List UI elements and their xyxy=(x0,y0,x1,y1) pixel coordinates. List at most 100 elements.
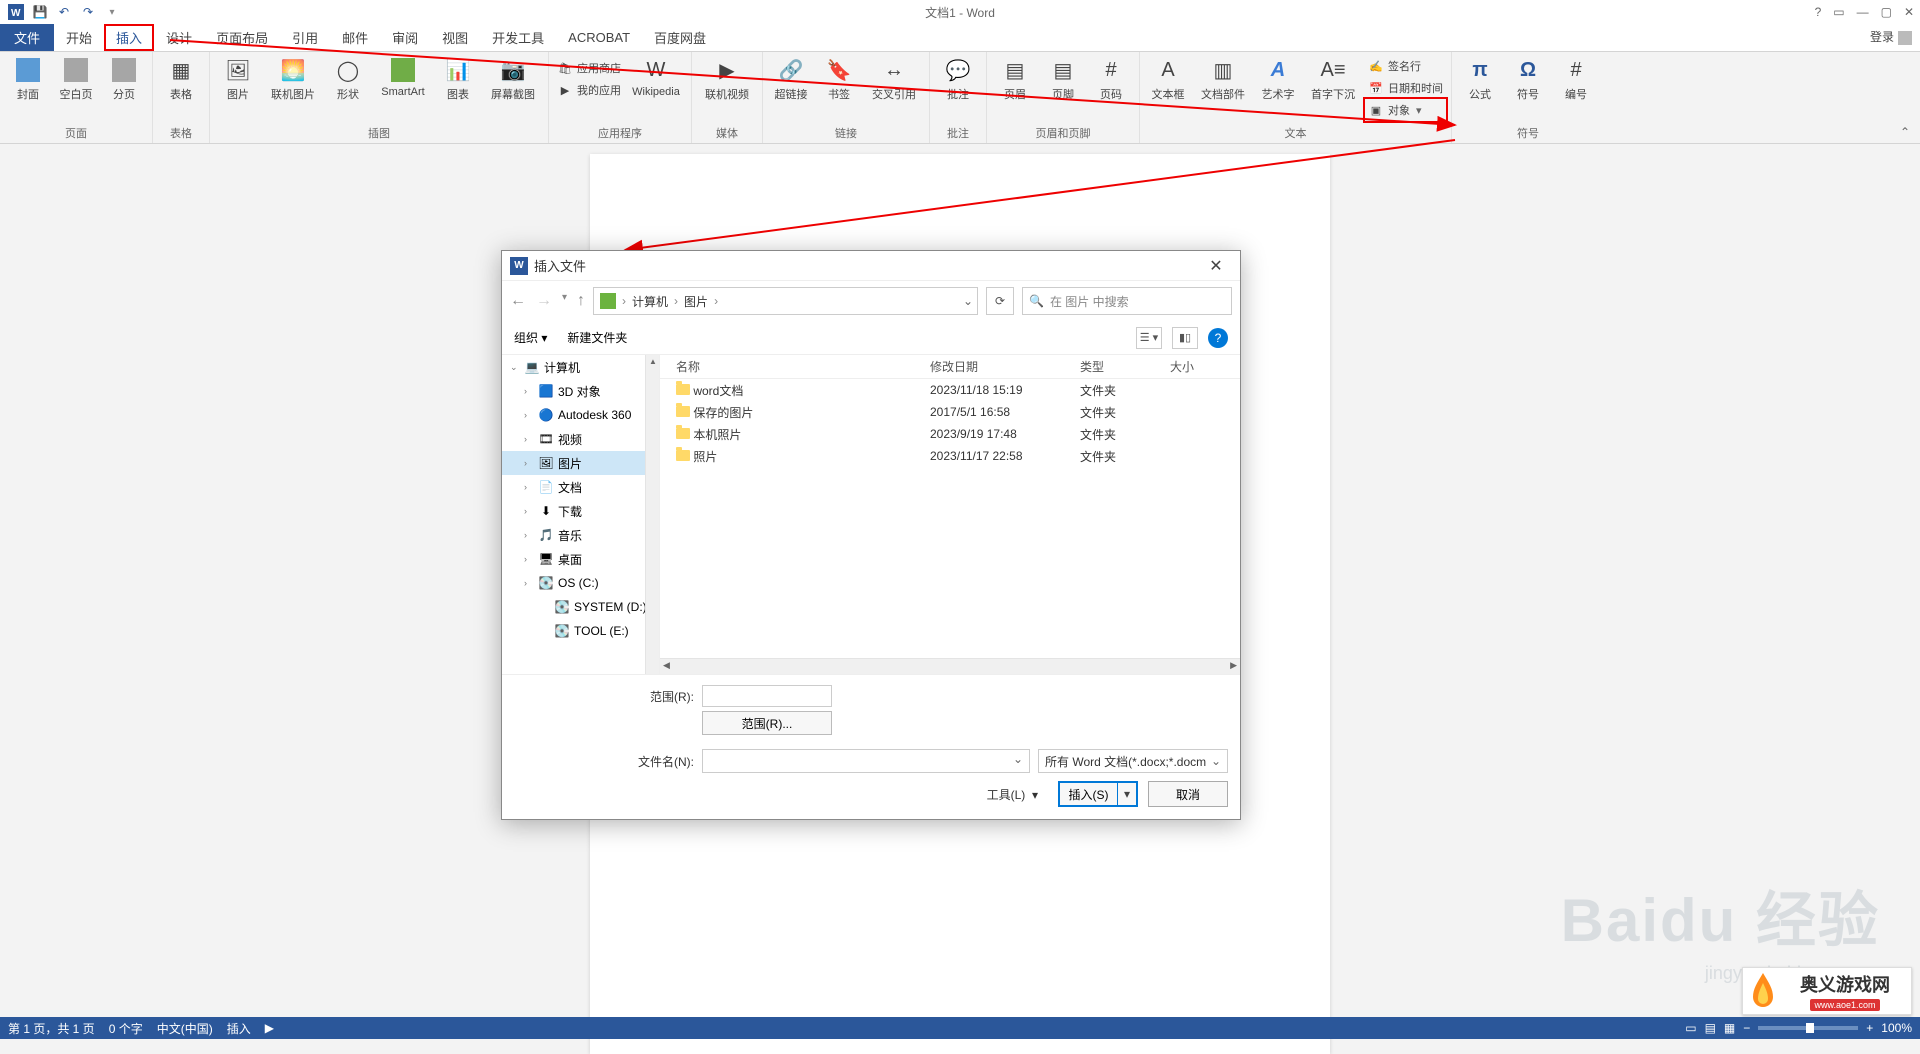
maximize-icon[interactable]: ▢ xyxy=(1881,5,1892,19)
preview-pane-button[interactable]: ▮▯ xyxy=(1172,327,1198,349)
breadcrumb-item[interactable]: 图片 xyxy=(684,293,708,310)
blank-page-button[interactable]: 空白页 xyxy=(54,54,98,104)
cancel-button[interactable]: 取消 xyxy=(1148,781,1228,807)
tree-item[interactable]: ›🟦3D 对象 xyxy=(502,379,659,403)
object-button[interactable]: ▣对象▾ xyxy=(1366,100,1445,120)
wordart-button[interactable]: A艺术字 xyxy=(1256,54,1300,104)
tree-item[interactable]: ›🎞视频 xyxy=(502,427,659,451)
date-time-button[interactable]: 📅日期和时间 xyxy=(1366,78,1445,98)
breadcrumb[interactable]: › 计算机 › 图片 › ⌄ xyxy=(593,287,978,315)
view-read-icon[interactable]: ▭ xyxy=(1685,1021,1696,1035)
status-page[interactable]: 第 1 页，共 1 页 xyxy=(8,1020,95,1037)
shapes-button[interactable]: ◯形状 xyxy=(326,54,370,104)
status-words[interactable]: 0 个字 xyxy=(109,1020,143,1037)
back-button[interactable]: ← xyxy=(510,292,526,310)
header-button[interactable]: ▤页眉 xyxy=(993,54,1037,104)
tab-developer[interactable]: 开发工具 xyxy=(480,24,556,51)
tools-dropdown[interactable]: 工具(L) ▾ xyxy=(987,786,1038,803)
recent-dropdown[interactable]: ▾ xyxy=(562,292,567,310)
dialog-close-icon[interactable]: ✕ xyxy=(1200,256,1232,276)
tab-insert[interactable]: 插入 xyxy=(104,24,154,51)
app-store-button[interactable]: 🛍应用商店 xyxy=(555,58,623,78)
cover-page-button[interactable]: 封面 xyxy=(6,54,50,104)
chart-button[interactable]: 📊图表 xyxy=(436,54,480,104)
status-language[interactable]: 中文(中国) xyxy=(157,1020,213,1037)
page-break-button[interactable]: 分页 xyxy=(102,54,146,104)
tree-item[interactable]: ›🔵Autodesk 360 xyxy=(502,403,659,427)
insert-split-icon[interactable]: ▾ xyxy=(1118,783,1136,805)
filename-input[interactable] xyxy=(702,749,1030,773)
bookmark-button[interactable]: 🔖书签 xyxy=(817,54,861,104)
forward-button[interactable]: → xyxy=(536,292,552,310)
login-link[interactable]: 登录 xyxy=(1870,28,1912,45)
textbox-button[interactable]: A文本框 xyxy=(1146,54,1190,104)
cross-ref-button[interactable]: ↔交叉引用 xyxy=(865,54,923,104)
tab-home[interactable]: 开始 xyxy=(54,24,104,51)
tab-references[interactable]: 引用 xyxy=(280,24,330,51)
pictures-button[interactable]: 🖼图片 xyxy=(216,54,260,104)
zoom-slider[interactable] xyxy=(1758,1026,1858,1030)
tree-item[interactable]: ›⬇下载 xyxy=(502,499,659,523)
status-macro-icon[interactable]: ▶ xyxy=(265,1021,274,1035)
tree-item[interactable]: ›📄文档 xyxy=(502,475,659,499)
file-list-header[interactable]: 名称 修改日期 类型 大小 xyxy=(660,355,1240,379)
view-options-button[interactable]: ☰ ▾ xyxy=(1136,327,1162,349)
collapse-ribbon-icon[interactable]: ⌃ xyxy=(1900,125,1910,139)
tab-review[interactable]: 审阅 xyxy=(380,24,430,51)
zoom-level[interactable]: 100% xyxy=(1881,1021,1912,1035)
tree-item[interactable]: ›🖼图片 xyxy=(502,451,659,475)
tree-item[interactable]: ›🎵音乐 xyxy=(502,523,659,547)
tree-item[interactable]: 💽SYSTEM (D:) xyxy=(502,595,659,619)
table-button[interactable]: ▦表格 xyxy=(159,54,203,104)
tree-item[interactable]: 💽TOOL (E:) xyxy=(502,619,659,643)
undo-icon[interactable]: ↶ xyxy=(56,4,72,20)
tab-layout[interactable]: 页面布局 xyxy=(204,24,280,51)
view-web-icon[interactable]: ▦ xyxy=(1724,1021,1735,1035)
symbol-button[interactable]: Ω符号 xyxy=(1506,54,1550,104)
zoom-in-icon[interactable]: + xyxy=(1866,1021,1873,1035)
range-button[interactable]: 范围(R)... xyxy=(702,711,832,735)
dropcap-button[interactable]: A≡首字下沉 xyxy=(1304,54,1362,104)
insert-button[interactable]: 插入(S) ▾ xyxy=(1058,781,1138,807)
file-row[interactable]: word文档2023/11/18 15:19文件夹 xyxy=(660,379,1240,401)
help-button[interactable]: ? xyxy=(1208,328,1228,348)
tab-file[interactable]: 文件 xyxy=(0,24,54,51)
breadcrumb-dropdown-icon[interactable]: ⌄ xyxy=(963,294,973,308)
online-video-button[interactable]: ▶联机视频 xyxy=(698,54,756,104)
refresh-button[interactable]: ⟳ xyxy=(986,287,1014,315)
file-filter-select[interactable]: 所有 Word 文档(*.docx;*.docm xyxy=(1038,749,1228,773)
tree-item[interactable]: ›💽OS (C:) xyxy=(502,571,659,595)
wikipedia-button[interactable]: WWikipedia xyxy=(627,54,685,100)
view-print-icon[interactable]: ▤ xyxy=(1705,1021,1716,1035)
zoom-out-icon[interactable]: − xyxy=(1743,1021,1750,1035)
status-mode[interactable]: 插入 xyxy=(227,1020,251,1037)
equation-button[interactable]: π公式 xyxy=(1458,54,1502,104)
my-apps-button[interactable]: ▶我的应用 xyxy=(555,80,623,100)
redo-icon[interactable]: ↷ xyxy=(80,4,96,20)
close-icon[interactable]: ✕ xyxy=(1904,5,1914,19)
tab-view[interactable]: 视图 xyxy=(430,24,480,51)
tab-acrobat[interactable]: ACROBAT xyxy=(556,24,642,51)
online-pictures-button[interactable]: 🌅联机图片 xyxy=(264,54,322,104)
tree-scrollbar[interactable] xyxy=(645,355,659,674)
breadcrumb-item[interactable]: 计算机 xyxy=(632,293,668,310)
file-row[interactable]: 保存的图片2017/5/1 16:58文件夹 xyxy=(660,401,1240,423)
tab-mailings[interactable]: 邮件 xyxy=(330,24,380,51)
signature-line-button[interactable]: ✍签名行 xyxy=(1366,56,1445,76)
number-button[interactable]: #编号 xyxy=(1554,54,1598,104)
up-button[interactable]: ↑ xyxy=(577,292,585,310)
help-icon[interactable]: ? xyxy=(1815,5,1822,19)
page-number-button[interactable]: #页码 xyxy=(1089,54,1133,104)
new-folder-button[interactable]: 新建文件夹 xyxy=(567,329,627,346)
range-input[interactable] xyxy=(702,685,832,707)
footer-button[interactable]: ▤页脚 xyxy=(1041,54,1085,104)
file-row[interactable]: 本机照片2023/9/19 17:48文件夹 xyxy=(660,423,1240,445)
tab-baidu[interactable]: 百度网盘 xyxy=(642,24,718,51)
file-row[interactable]: 照片2023/11/17 22:58文件夹 xyxy=(660,445,1240,467)
tree-item[interactable]: ›🖥桌面 xyxy=(502,547,659,571)
smartart-button[interactable]: SmartArt xyxy=(374,54,432,100)
minimize-icon[interactable]: — xyxy=(1857,5,1869,19)
file-list-scrollbar[interactable] xyxy=(660,658,1240,674)
search-input[interactable]: 🔍 在 图片 中搜索 xyxy=(1022,287,1232,315)
hyperlink-button[interactable]: 🔗超链接 xyxy=(769,54,813,104)
